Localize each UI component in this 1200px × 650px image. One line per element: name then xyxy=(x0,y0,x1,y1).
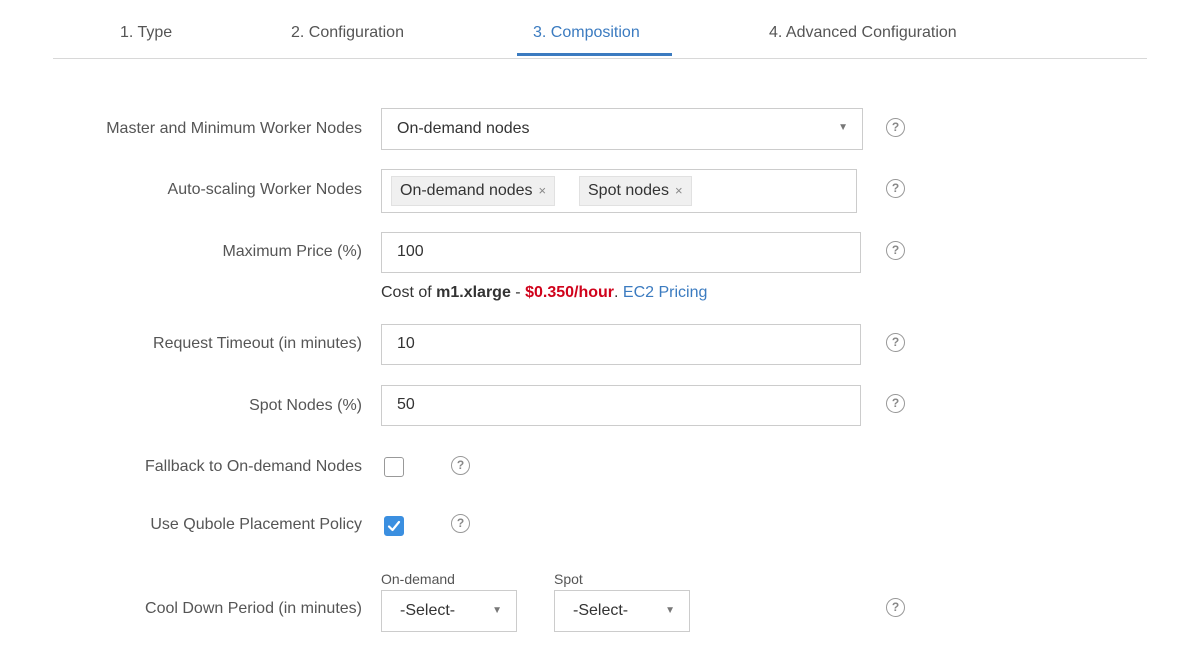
master-nodes-select[interactable]: On-demand nodes ▼ xyxy=(381,108,863,150)
help-icon[interactable]: ? xyxy=(451,514,470,533)
request-timeout-label: Request Timeout (in minutes) xyxy=(153,335,362,352)
help-icon[interactable]: ? xyxy=(886,118,905,137)
cost-info: Cost of m1.xlarge - $0.350/hour. EC2 Pri… xyxy=(381,284,707,302)
cooldown-spot-value: -Select- xyxy=(573,602,629,619)
help-icon[interactable]: ? xyxy=(886,333,905,352)
spot-nodes-input[interactable]: 50 xyxy=(381,385,861,426)
autoscaling-label: Auto-scaling Worker Nodes xyxy=(167,181,362,198)
request-timeout-input[interactable]: 10 xyxy=(381,324,861,365)
tab-advanced-configuration[interactable]: 4. Advanced Configuration xyxy=(769,24,957,42)
max-price-value: 100 xyxy=(397,243,424,260)
master-nodes-label: Master and Minimum Worker Nodes xyxy=(106,120,362,137)
tab-type[interactable]: 1. Type xyxy=(120,24,172,42)
help-icon[interactable]: ? xyxy=(886,179,905,198)
tag-label: Spot nodes xyxy=(588,182,669,199)
cooldown-ondemand-select[interactable]: -Select- ▼ xyxy=(381,590,517,632)
fallback-checkbox[interactable] xyxy=(384,457,404,477)
cooldown-spot-select[interactable]: -Select- ▼ xyxy=(554,590,690,632)
chevron-down-icon: ▼ xyxy=(492,605,502,616)
tag-label: On-demand nodes xyxy=(400,182,533,199)
autoscaling-tag-input[interactable]: On-demand nodes × Spot nodes × xyxy=(381,169,857,213)
spot-nodes-value: 50 xyxy=(397,396,415,413)
cost-separator: - xyxy=(510,284,526,301)
wizard-tabs: 1. Type 2. Configuration 3. Composition … xyxy=(53,0,1147,59)
help-icon[interactable]: ? xyxy=(886,598,905,617)
master-nodes-value: On-demand nodes xyxy=(397,120,530,137)
max-price-input[interactable]: 100 xyxy=(381,232,861,273)
cooldown-label: Cool Down Period (in minutes) xyxy=(145,600,362,617)
tab-configuration[interactable]: 2. Configuration xyxy=(291,24,404,42)
spot-nodes-label: Spot Nodes (%) xyxy=(249,397,362,414)
remove-tag-icon[interactable]: × xyxy=(539,183,547,198)
tag-spot-nodes: Spot nodes × xyxy=(579,176,692,206)
chevron-down-icon: ▼ xyxy=(665,605,675,616)
chevron-down-icon: ▼ xyxy=(838,122,848,133)
cooldown-ondemand-value: -Select- xyxy=(400,602,456,619)
active-tab-indicator xyxy=(517,53,672,56)
instance-type: m1.xlarge xyxy=(436,284,511,301)
help-icon[interactable]: ? xyxy=(451,456,470,475)
cost-prefix: Cost of xyxy=(381,284,437,301)
cost-dot: . xyxy=(614,284,623,301)
tag-ondemand-nodes: On-demand nodes × xyxy=(391,176,556,206)
placement-policy-label: Use Qubole Placement Policy xyxy=(150,516,362,533)
instance-price: $0.350/hour xyxy=(525,284,615,301)
max-price-label: Maximum Price (%) xyxy=(222,243,362,260)
help-icon[interactable]: ? xyxy=(886,394,905,413)
cooldown-ondemand-label: On-demand xyxy=(381,571,455,587)
help-icon[interactable]: ? xyxy=(886,241,905,260)
checkmark-icon xyxy=(387,520,401,532)
tab-composition[interactable]: 3. Composition xyxy=(533,24,640,42)
cooldown-spot-label: Spot xyxy=(554,571,583,587)
placement-policy-checkbox[interactable] xyxy=(384,516,404,536)
request-timeout-value: 10 xyxy=(397,335,415,352)
ec2-pricing-link[interactable]: EC2 Pricing xyxy=(623,284,707,301)
fallback-label: Fallback to On-demand Nodes xyxy=(145,458,362,475)
remove-tag-icon[interactable]: × xyxy=(675,183,683,198)
